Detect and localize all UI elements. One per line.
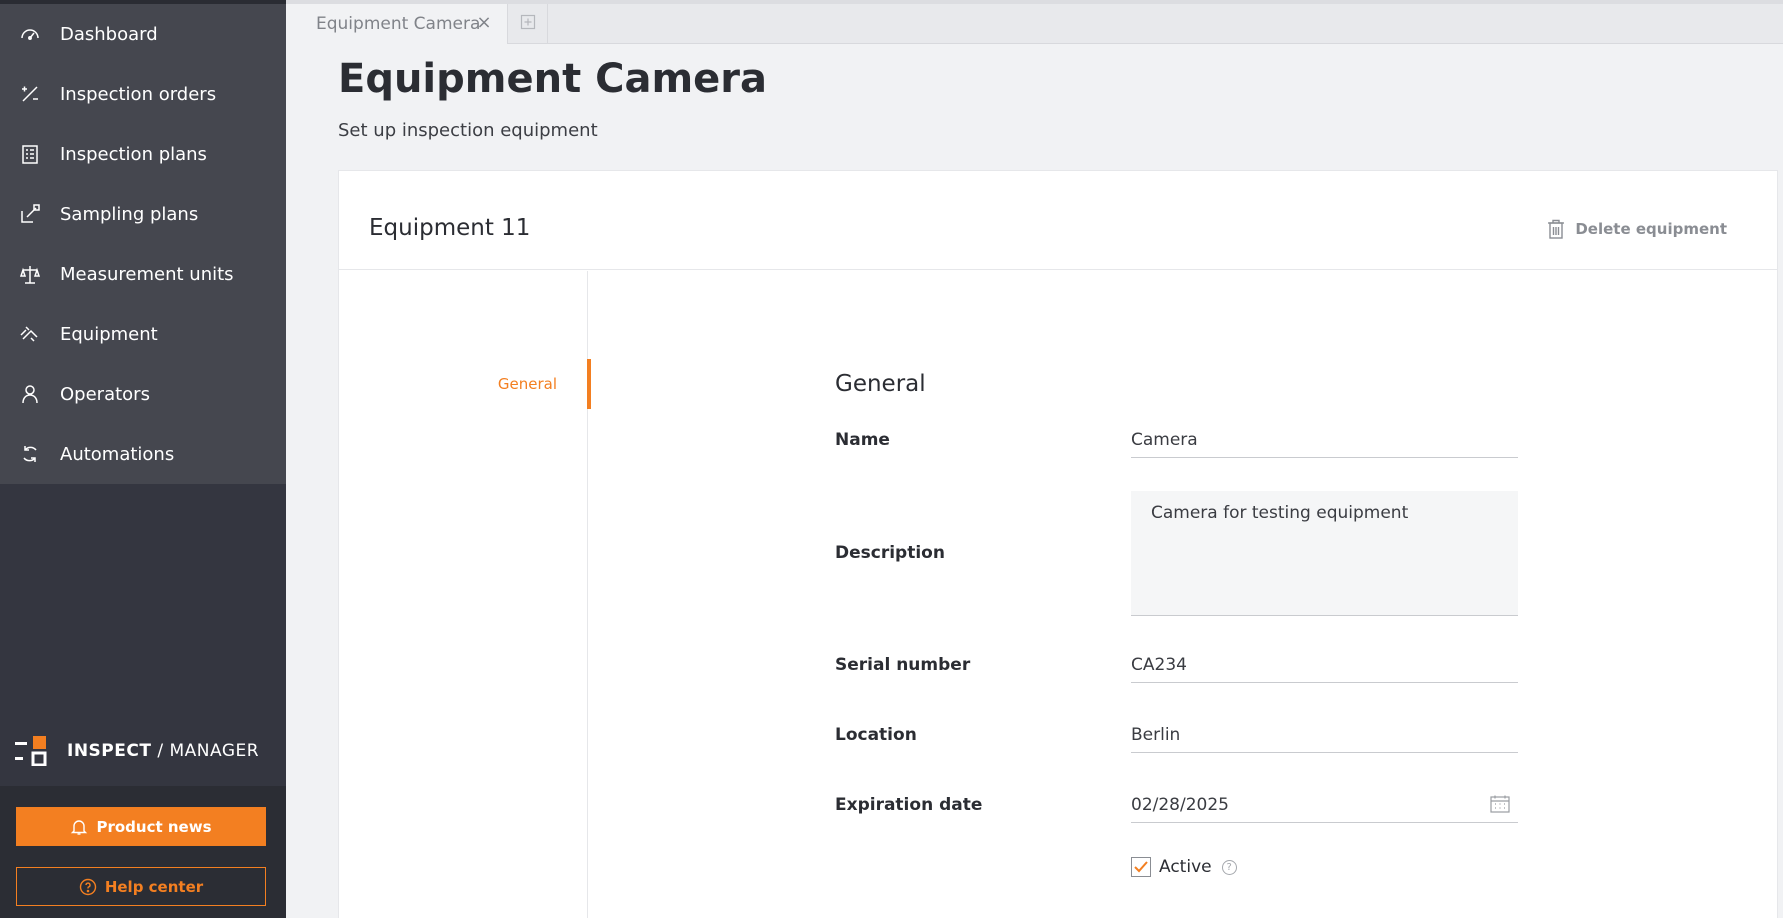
close-icon[interactable]: × — [475, 14, 493, 32]
help-center-button[interactable]: Help center — [16, 867, 266, 906]
product-news-label: Product news — [96, 817, 212, 836]
name-label: Name — [835, 430, 890, 450]
active-label: Active — [1159, 857, 1212, 877]
serial-number-value: CA234 — [1131, 654, 1187, 675]
card-title: Equipment 11 — [369, 215, 531, 241]
tab-label: Equipment Camera — [316, 14, 481, 34]
serial-number-label: Serial number — [835, 655, 971, 675]
caliper-icon — [19, 323, 41, 345]
page-subtitle: Set up inspection equipment — [338, 120, 598, 141]
add-tab-icon — [520, 14, 536, 34]
person-icon — [19, 383, 41, 405]
trash-icon — [1548, 219, 1565, 239]
scale-icon — [19, 263, 41, 285]
sidebar-item-label: Measurement units — [60, 263, 234, 285]
sidebar-item-measurement-units[interactable]: Measurement units — [0, 244, 286, 304]
description-field[interactable]: Camera for testing equipment — [1131, 491, 1518, 616]
sidebar-item-sampling-plans[interactable]: Sampling plans — [0, 184, 286, 244]
expiration-date-value: 02/28/2025 — [1131, 794, 1229, 815]
sidebar: Dashboard Inspection orders Inspection p… — [0, 0, 286, 918]
location-label: Location — [835, 725, 917, 745]
refresh-icon — [19, 443, 41, 465]
tab-bar: Equipment Camera × — [286, 0, 1783, 44]
bell-icon — [70, 818, 88, 836]
sidebar-item-label: Sampling plans — [60, 203, 199, 225]
description-value: Camera for testing equipment — [1151, 503, 1409, 523]
question-circle-icon — [79, 878, 97, 896]
product-news-button[interactable]: Product news — [16, 807, 266, 846]
sidebar-item-inspection-orders[interactable]: Inspection orders — [0, 64, 286, 124]
calendar-icon[interactable] — [1490, 795, 1510, 818]
sidebar-item-label: Automations — [60, 443, 175, 465]
delete-equipment-button[interactable]: Delete equipment — [1547, 219, 1727, 239]
tab-equipment-camera[interactable]: Equipment Camera × — [286, 4, 508, 44]
new-tab-button[interactable] — [508, 4, 548, 44]
active-row: Active ? — [1131, 857, 1237, 877]
brand: INSPECT / MANAGER — [15, 736, 260, 767]
sidebar-item-equipment[interactable]: Equipment — [0, 304, 286, 364]
sidebar-item-inspection-plans[interactable]: Inspection plans — [0, 124, 286, 184]
serial-number-field[interactable]: CA234 — [1131, 647, 1518, 683]
expiration-date-field[interactable]: 02/28/2025 — [1131, 787, 1518, 823]
description-label: Description — [835, 543, 945, 563]
expiration-date-label: Expiration date — [835, 795, 983, 815]
location-value: Berlin — [1131, 724, 1181, 745]
sidebar-item-label: Operators — [60, 383, 150, 405]
percent-icon — [19, 83, 41, 105]
section-nav: General — [339, 271, 591, 918]
help-center-label: Help center — [104, 877, 204, 896]
sidebar-item-dashboard[interactable]: Dashboard — [0, 4, 286, 64]
sidebar-item-label: Inspection plans — [60, 143, 207, 165]
sidebar-item-automations[interactable]: Automations — [0, 424, 286, 484]
checkmark-icon — [1134, 861, 1148, 873]
section-nav-active-marker — [587, 359, 591, 409]
sidebar-nav: Dashboard Inspection orders Inspection p… — [0, 4, 286, 484]
clipboard-list-icon — [19, 143, 41, 165]
gauge-icon — [19, 23, 41, 45]
delete-equipment-label: Delete equipment — [1575, 220, 1727, 238]
help-icon[interactable]: ? — [1221, 859, 1237, 875]
active-checkbox[interactable] — [1131, 857, 1151, 877]
brand-logo-icon — [15, 736, 47, 767]
brand-name: INSPECT / MANAGER — [67, 741, 260, 761]
page-title: Equipment Camera — [338, 56, 767, 102]
section-nav-item-general[interactable]: General — [498, 375, 557, 393]
name-field[interactable]: Camera — [1131, 422, 1518, 458]
sidebar-item-operators[interactable]: Operators — [0, 364, 286, 424]
name-value: Camera — [1131, 429, 1198, 450]
sampling-icon — [19, 203, 41, 225]
sidebar-item-label: Equipment — [60, 323, 158, 345]
equipment-card: Equipment 11 Delete equipment General Ge… — [338, 170, 1778, 918]
card-header: Equipment 11 Delete equipment — [339, 171, 1777, 270]
sidebar-item-label: Inspection orders — [60, 83, 217, 105]
section-title: General — [835, 371, 926, 397]
location-field[interactable]: Berlin — [1131, 717, 1518, 753]
sidebar-item-label: Dashboard — [60, 23, 158, 45]
